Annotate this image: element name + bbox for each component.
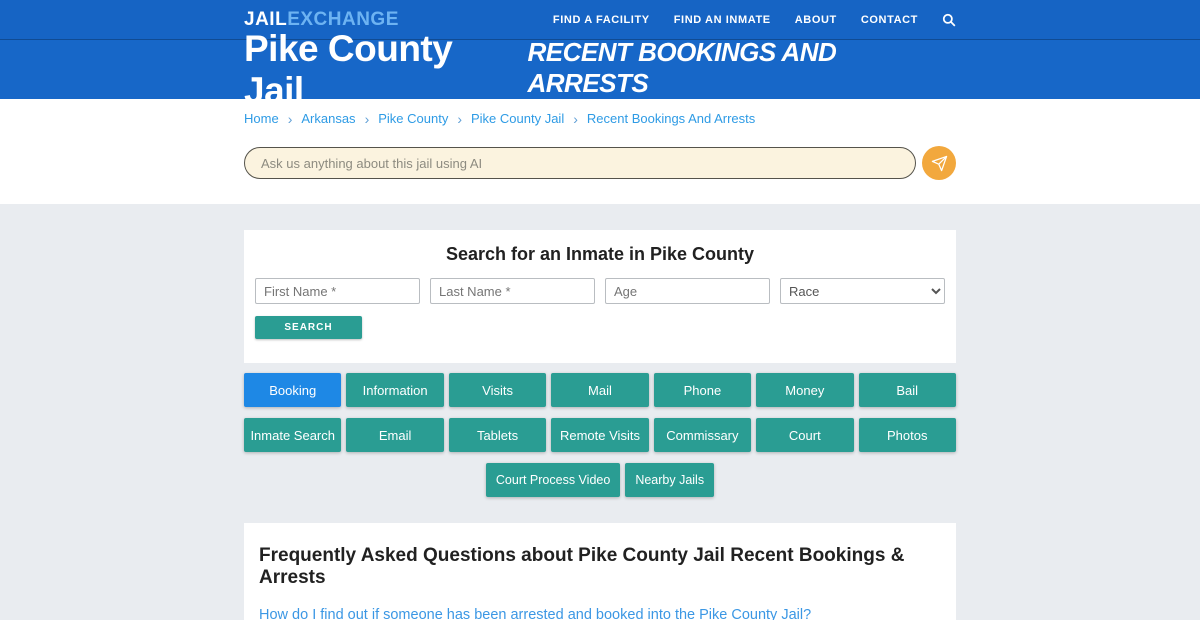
logo-part-jail: JAIL	[244, 9, 287, 30]
quick-link-mail[interactable]: Mail	[551, 373, 648, 407]
inmate-search-title: Search for an Inmate in Pike County	[255, 244, 945, 265]
nav-item-about[interactable]: ABOUT	[795, 14, 837, 26]
page-subtitle: RECENT BOOKINGS AND ARRESTS	[527, 37, 956, 99]
ai-send-button[interactable]	[922, 146, 956, 180]
breadcrumb-current-page[interactable]: Recent Bookings And Arrests	[587, 111, 755, 126]
quick-link-remote-visits[interactable]: Remote Visits	[551, 418, 648, 452]
nav-item-contact[interactable]: CONTACT	[861, 14, 918, 26]
search-button[interactable]: SEARCH	[255, 316, 362, 339]
quick-link-bail[interactable]: Bail	[859, 373, 956, 407]
race-select[interactable]: Race	[780, 278, 945, 304]
breadcrumb-arkansas[interactable]: Arkansas	[301, 111, 355, 126]
quick-link-phone[interactable]: Phone	[654, 373, 751, 407]
quick-link-money[interactable]: Money	[756, 373, 853, 407]
quick-link-booking[interactable]: Booking	[244, 373, 341, 407]
breadcrumb-pike-county[interactable]: Pike County	[378, 111, 448, 126]
quick-link-information[interactable]: Information	[346, 373, 443, 407]
breadcrumb-home[interactable]: Home	[244, 111, 279, 126]
quick-link-visits[interactable]: Visits	[449, 373, 546, 407]
chevron-right-icon: ›	[365, 112, 370, 126]
quick-link-tablets[interactable]: Tablets	[449, 418, 546, 452]
quick-link-inmate-search[interactable]: Inmate Search	[244, 418, 341, 452]
quick-link-email[interactable]: Email	[346, 418, 443, 452]
age-field[interactable]	[605, 278, 770, 304]
ai-question-input[interactable]	[244, 147, 916, 179]
chevron-right-icon: ›	[573, 112, 578, 126]
faq-card: Frequently Asked Questions about Pike Co…	[244, 523, 956, 620]
inmate-search-card: Search for an Inmate in Pike County Race…	[244, 230, 956, 363]
quick-link-court[interactable]: Court	[756, 418, 853, 452]
faq-heading: Frequently Asked Questions about Pike Co…	[259, 545, 941, 589]
logo-part-exchange: EXCHANGE	[287, 9, 399, 30]
last-name-field[interactable]	[430, 278, 595, 304]
paper-plane-icon	[931, 155, 948, 172]
faq-question-arrested-booked[interactable]: How do I find out if someone has been ar…	[259, 607, 941, 620]
quick-link-commissary[interactable]: Commissary	[654, 418, 751, 452]
quick-link-photos[interactable]: Photos	[859, 418, 956, 452]
search-icon[interactable]	[942, 13, 956, 27]
nav-links: FIND A FACILITY FIND AN INMATE ABOUT CON…	[553, 13, 956, 27]
breadcrumb: Home › Arkansas › Pike County › Pike Cou…	[244, 111, 956, 126]
nav-item-find-a-facility[interactable]: FIND A FACILITY	[553, 14, 650, 26]
chevron-right-icon: ›	[288, 112, 293, 126]
quick-link-nearby-jails[interactable]: Nearby Jails	[625, 463, 714, 497]
page-title: Pike County Jail	[244, 28, 517, 112]
breadcrumb-pike-county-jail[interactable]: Pike County Jail	[471, 111, 564, 126]
chevron-right-icon: ›	[457, 112, 462, 126]
page-header-band: Pike County Jail RECENT BOOKINGS AND ARR…	[0, 40, 1200, 99]
quick-links-grid: Booking Information Visits Mail Phone Mo…	[244, 373, 956, 497]
nav-item-find-an-inmate[interactable]: FIND AN INMATE	[674, 14, 771, 26]
breadcrumb-ai-section: Home › Arkansas › Pike County › Pike Cou…	[0, 99, 1200, 204]
first-name-field[interactable]	[255, 278, 420, 304]
quick-link-court-process-video[interactable]: Court Process Video	[486, 463, 620, 497]
